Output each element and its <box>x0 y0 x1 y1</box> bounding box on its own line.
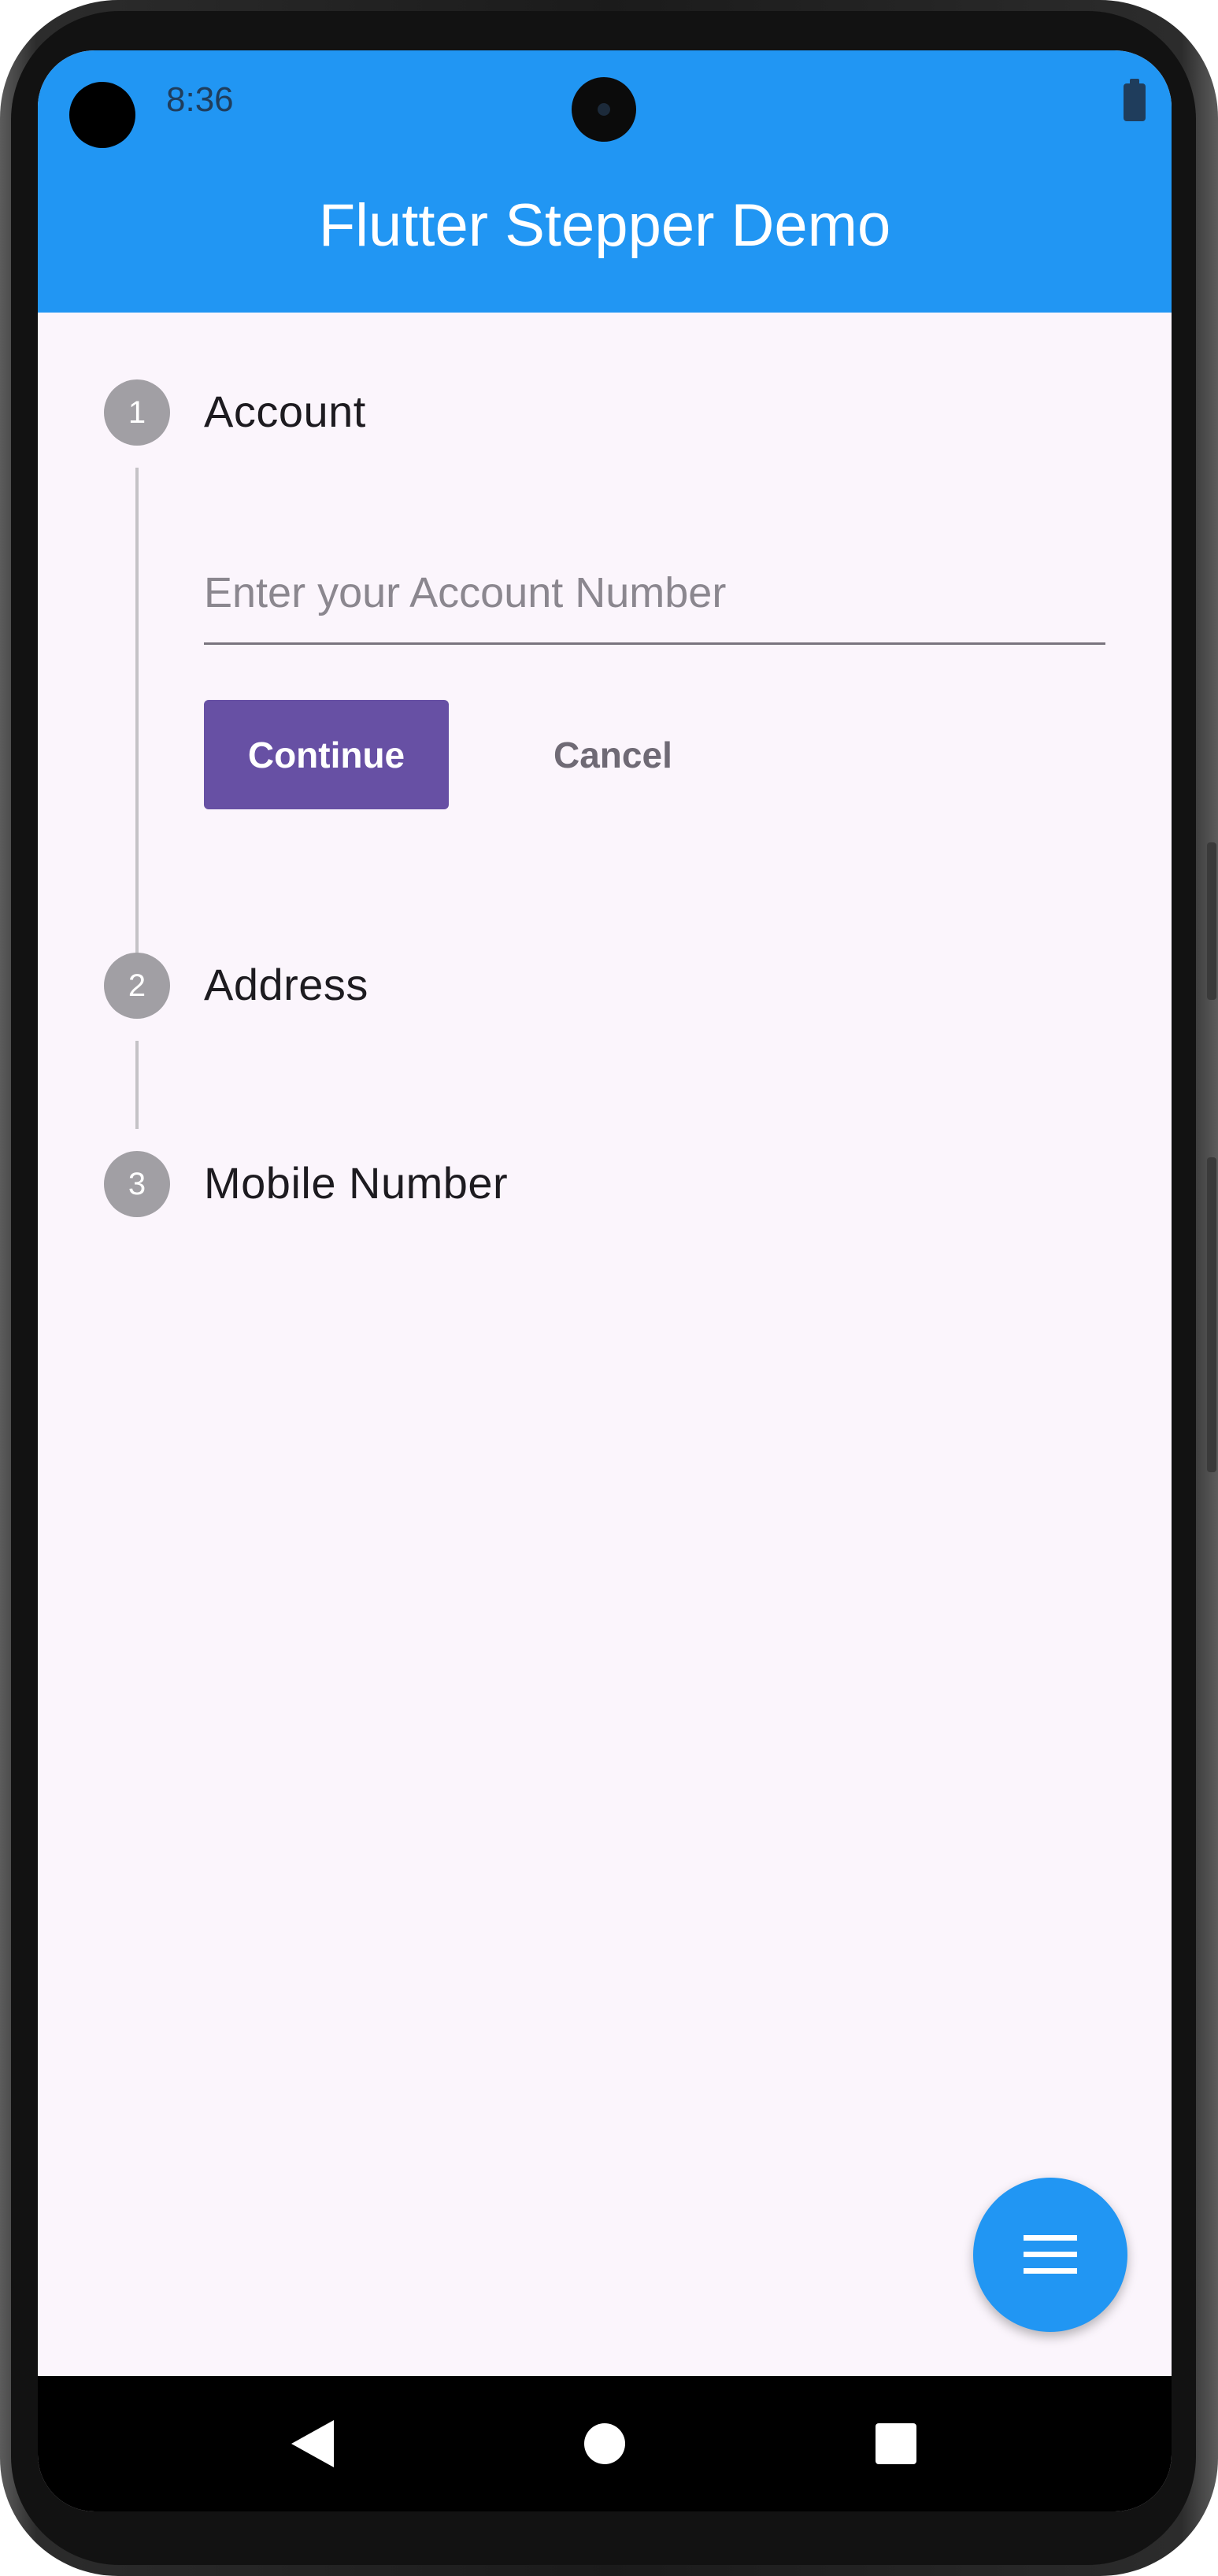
back-button[interactable] <box>234 2376 391 2511</box>
home-button[interactable] <box>526 2376 683 2511</box>
status-time: 8:36 <box>166 80 234 119</box>
power-button <box>1207 1157 1216 1472</box>
home-icon <box>584 2423 625 2464</box>
recents-icon <box>876 2423 916 2464</box>
step-1-number[interactable]: 1 <box>104 379 170 446</box>
step-connector-1 <box>135 468 139 981</box>
step-2-number[interactable]: 2 <box>104 953 170 1019</box>
step-1-title[interactable]: Account <box>204 386 366 437</box>
app-bar: 8:36 Flutter Stepper Demo <box>38 50 1172 313</box>
step-3-title[interactable]: Mobile Number <box>204 1157 508 1208</box>
back-icon <box>291 2420 334 2467</box>
front-camera <box>572 77 636 142</box>
menu-icon <box>1024 2235 1077 2274</box>
system-navigation-bar <box>38 2376 1172 2511</box>
step-2-title[interactable]: Address <box>204 959 368 1010</box>
menu-fab-button[interactable] <box>973 2178 1127 2332</box>
battery-icon <box>1124 83 1146 121</box>
screen: 8:36 Flutter Stepper Demo 1 Account Cont… <box>38 50 1172 2511</box>
camera-lens <box>598 103 610 116</box>
step-3-number[interactable]: 3 <box>104 1151 170 1217</box>
cancel-button[interactable]: Cancel <box>506 700 715 809</box>
phone-frame: 8:36 Flutter Stepper Demo 1 Account Cont… <box>0 0 1218 2576</box>
continue-button[interactable]: Continue <box>204 700 449 809</box>
page-title: Flutter Stepper Demo <box>318 192 891 259</box>
volume-button <box>1207 842 1216 1000</box>
notification-dot-icon <box>69 82 135 148</box>
account-number-input[interactable] <box>204 542 1105 645</box>
recents-button[interactable] <box>817 2376 975 2511</box>
step-connector-2 <box>135 1041 139 1129</box>
